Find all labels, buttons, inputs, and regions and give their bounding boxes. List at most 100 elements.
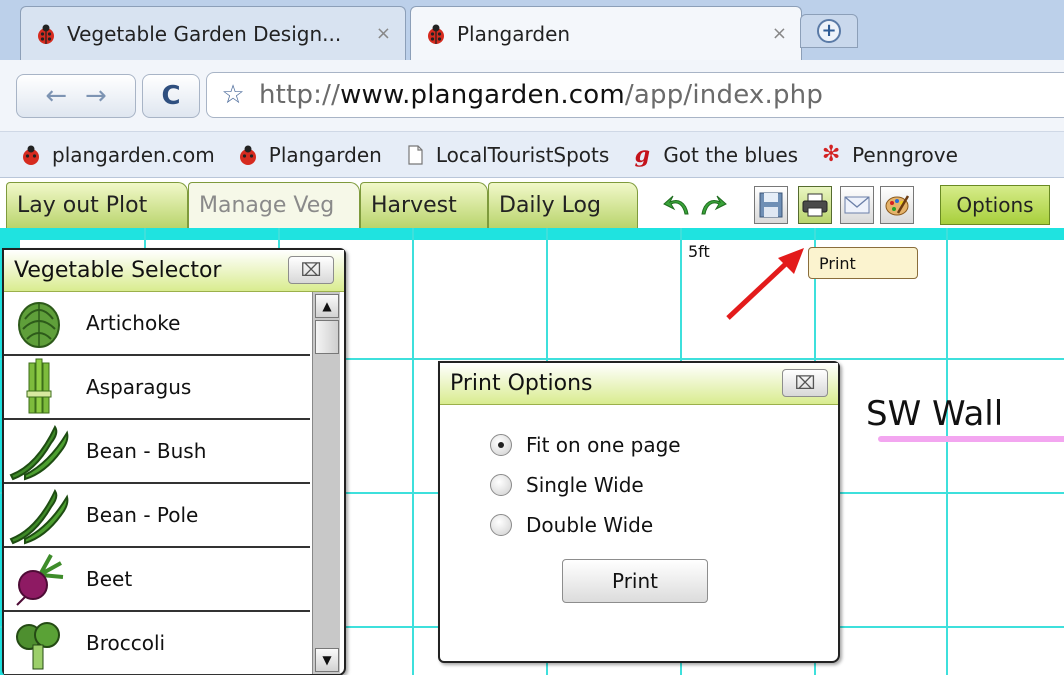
new-tab-button[interactable]: + [800, 14, 858, 48]
undo-button[interactable] [660, 186, 694, 224]
reload-button[interactable]: C [142, 74, 200, 118]
vegetable-item-asparagus[interactable]: Asparagus [4, 356, 310, 420]
print-tooltip: Print [808, 247, 918, 279]
print-button[interactable] [798, 186, 832, 224]
email-icon [844, 196, 870, 214]
tab-title: Plangarden [457, 21, 571, 46]
reload-icon: C [161, 81, 181, 111]
vegetable-item-bean-bush[interactable]: Bean - Bush [4, 420, 310, 484]
options-button[interactable]: Options [940, 185, 1050, 225]
back-forward-buttons[interactable]: ← → [16, 74, 136, 118]
tab-manage-veg[interactable]: Manage Veg [188, 182, 360, 228]
vegetable-item-beet[interactable]: Beet [4, 548, 310, 612]
print-icon [802, 193, 828, 217]
bookmark-localtouristspots[interactable]: LocalTouristSpots [404, 142, 610, 167]
page-icon [408, 144, 423, 165]
tab-lay-out-plot[interactable]: Lay out Plot [6, 182, 188, 228]
address-bar[interactable]: ☆ http://www.plangarden.com/app/index.ph… [206, 72, 1064, 118]
bookmark-label: Plangarden [268, 142, 382, 167]
back-arrow-icon[interactable]: ← [45, 81, 67, 111]
bookmark-penngrove[interactable]: ✻ Penngrove [820, 142, 958, 167]
bookmark-label: LocalTouristSpots [435, 142, 610, 167]
vegetable-name: Broccoli [86, 631, 166, 655]
bookmark-plangarden[interactable]: Plangarden [237, 143, 382, 167]
bookmark-label: Got the blues [663, 142, 799, 167]
wall-line[interactable] [878, 436, 1064, 442]
vegetable-name: Beet [86, 567, 133, 591]
palette-icon [885, 195, 910, 216]
wall-label[interactable]: SW Wall [866, 394, 1003, 434]
ladybug-icon [23, 145, 39, 165]
dialog-title: Print Options [450, 371, 593, 396]
radio-double-wide[interactable]: Double Wide [490, 513, 653, 537]
plus-icon: + [817, 19, 841, 43]
scroll-down-arrow-icon[interactable]: ▼ [315, 648, 339, 672]
radio-fit-on-one-page[interactable]: Fit on one page [490, 433, 681, 457]
tab-label: Lay out Plot [17, 193, 148, 218]
ladybug-icon [428, 24, 444, 44]
bookmark-plangarden-com[interactable]: plangarden.com [20, 143, 215, 167]
radio-button-checked[interactable] [490, 434, 512, 456]
tab-daily-log[interactable]: Daily Log [488, 182, 638, 228]
red-arrow-annotation-icon [726, 248, 804, 320]
tab-vegetable-garden-design[interactable]: Vegetable Garden Design... × [20, 6, 406, 60]
yelp-icon: ✻ [821, 142, 841, 167]
vegetable-item-artichoke[interactable]: Artichoke [4, 292, 310, 356]
tab-title: Vegetable Garden Design... [67, 21, 342, 46]
g-script-icon: g [634, 141, 650, 168]
garden-plot[interactable]: 5ft Print SW Wall Vegetable Selector ⌧ A… [0, 228, 1064, 675]
radio-button[interactable] [490, 514, 512, 536]
scroll-thumb[interactable] [315, 320, 339, 354]
save-button[interactable] [754, 186, 788, 224]
star-bookmark-icon[interactable]: ☆ [207, 80, 259, 110]
bean-icon [4, 421, 74, 481]
vegetable-list: Artichoke Asparagus Bean - Bush Bean - P… [4, 292, 310, 675]
print-submit-button[interactable]: Print [562, 559, 708, 603]
ladybug-icon [38, 24, 54, 44]
close-tab-icon[interactable]: × [772, 23, 787, 44]
vegetable-selector-panel: Vegetable Selector ⌧ Artichoke Asparagus… [2, 248, 346, 675]
undo-icon [663, 195, 689, 215]
print-button-label: Print [611, 569, 658, 593]
close-tab-icon[interactable]: × [376, 23, 391, 44]
broccoli-icon [4, 613, 74, 673]
scroll-up-arrow-icon[interactable]: ▲ [315, 294, 339, 318]
tab-harvest[interactable]: Harvest [360, 182, 488, 228]
app-toolbar: Lay out Plot Manage Veg Harvest Daily Lo… [0, 178, 1064, 228]
close-icon: ⌧ [300, 259, 322, 281]
bean-icon [4, 485, 74, 545]
close-panel-button[interactable]: ⌧ [288, 256, 334, 284]
asparagus-icon [4, 357, 74, 417]
palette-button[interactable] [880, 186, 914, 224]
tab-label: Manage Veg [199, 193, 335, 218]
grid-line [412, 228, 414, 675]
tab-plangarden[interactable]: Plangarden × [410, 6, 802, 60]
dialog-title-bar[interactable]: Print Options ⌧ [440, 363, 838, 405]
tab-label: Harvest [371, 193, 457, 218]
plot-top-border [0, 228, 1064, 240]
vegetable-item-bean-pole[interactable]: Bean - Pole [4, 484, 310, 548]
bookmarks-bar: plangarden.com Plangarden LocalTouristSp… [0, 132, 1064, 178]
radio-label: Single Wide [526, 473, 644, 497]
bookmark-got-the-blues[interactable]: g Got the blues [631, 141, 799, 168]
browser-tab-strip: Vegetable Garden Design... × Plangarden … [0, 0, 1064, 60]
browser-toolbar: ← → C ☆ http://www.plangarden.com/app/in… [0, 60, 1064, 132]
vegetable-name: Artichoke [86, 311, 181, 335]
panel-title-bar[interactable]: Vegetable Selector ⌧ [4, 250, 344, 292]
close-dialog-button[interactable]: ⌧ [782, 369, 828, 397]
ladybug-icon [239, 145, 256, 165]
bookmark-label: Penngrove [852, 142, 958, 167]
radio-button[interactable] [490, 474, 512, 496]
url-text: http://www.plangarden.com/app/index.php [259, 80, 824, 110]
email-button[interactable] [840, 186, 874, 224]
close-icon: ⌧ [794, 372, 816, 394]
forward-arrow-icon[interactable]: → [85, 81, 107, 111]
redo-button[interactable] [696, 186, 730, 224]
print-options-dialog: Print Options ⌧ Fit on one page Single W… [438, 361, 840, 663]
vegetable-item-broccoli[interactable]: Broccoli [4, 612, 310, 675]
bookmark-label: plangarden.com [52, 142, 215, 167]
vegetable-list-scrollbar[interactable]: ▲ ▼ [312, 292, 340, 674]
beet-icon [4, 549, 74, 609]
artichoke-icon [4, 293, 74, 353]
radio-single-wide[interactable]: Single Wide [490, 473, 644, 497]
